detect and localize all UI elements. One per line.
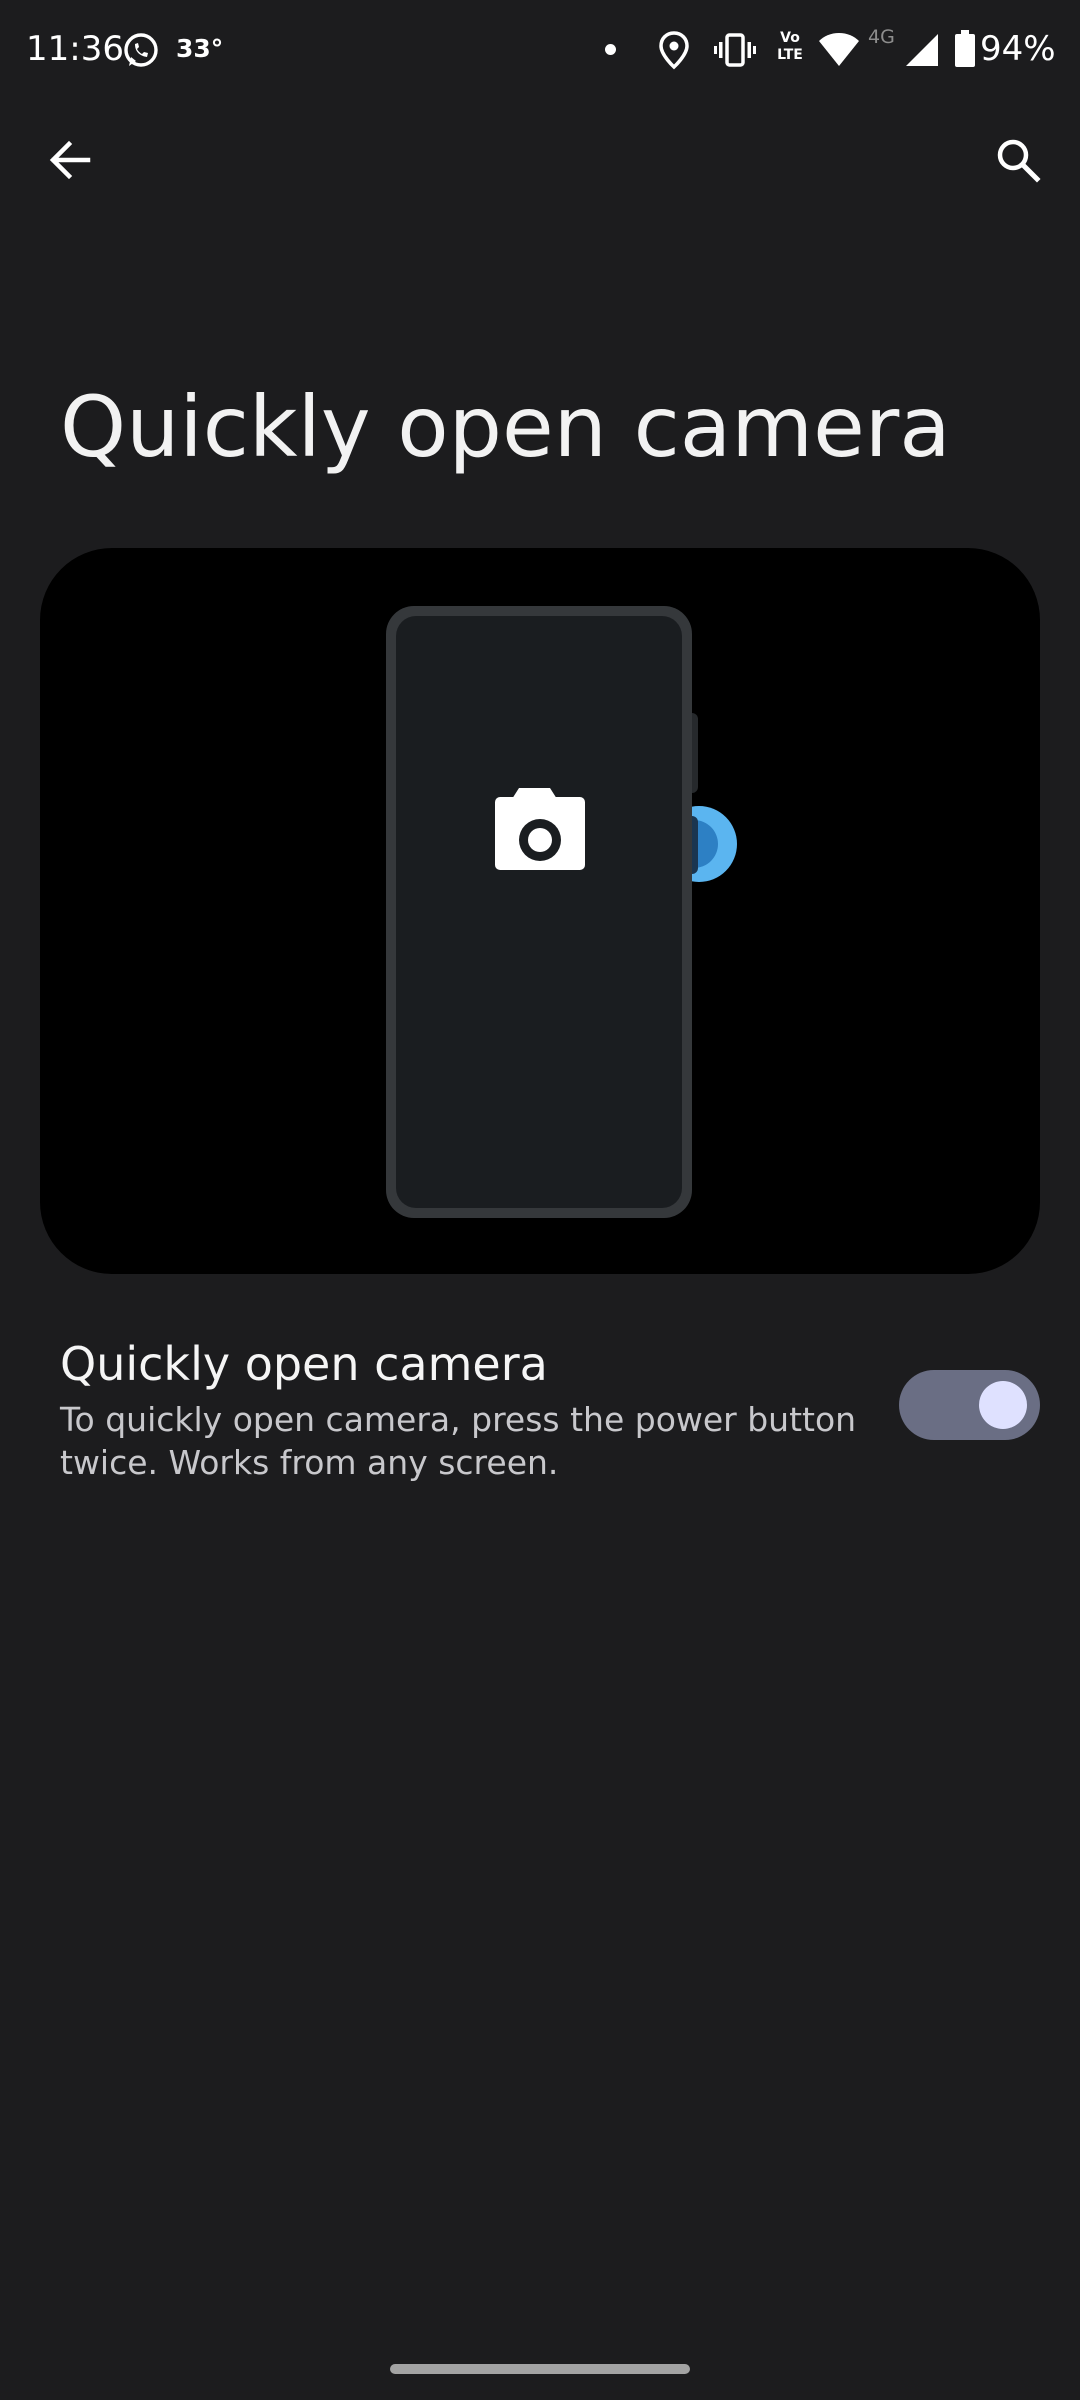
quick-camera-setting[interactable]: Quickly open camera To quickly open came…	[0, 1320, 1080, 1500]
phone-screen	[396, 616, 682, 1208]
back-button[interactable]	[30, 120, 110, 200]
volte-icon: Vo LTE	[777, 30, 803, 63]
arrow-back-icon	[49, 140, 91, 180]
location-icon	[659, 31, 689, 70]
status-temperature: 33°	[176, 34, 224, 63]
setting-summary: To quickly open camera, press the power …	[60, 1400, 857, 1482]
battery-percentage: 94%	[980, 29, 1056, 69]
search-button[interactable]	[978, 120, 1058, 200]
quick-camera-toggle[interactable]	[899, 1370, 1040, 1440]
wifi-icon	[819, 33, 859, 66]
vibrate-icon	[714, 33, 756, 67]
status-bar: 11:36 33° Vo LTE 4G 94%	[0, 0, 1080, 100]
gesture-navigation-bar[interactable]	[390, 2364, 690, 2374]
setting-title: Quickly open camera	[60, 1337, 548, 1391]
phone-illustration	[386, 606, 737, 1218]
network-type: 4G	[868, 26, 895, 48]
page-title: Quickly open camera	[60, 378, 951, 476]
notification-dot	[605, 44, 616, 55]
camera-icon	[495, 788, 585, 870]
whatsapp-icon	[124, 33, 158, 67]
signal-icon	[906, 34, 938, 66]
status-time: 11:36	[26, 29, 124, 69]
search-icon	[997, 139, 1041, 183]
toggle-thumb	[979, 1381, 1027, 1429]
gesture-illustration	[40, 548, 1040, 1274]
battery-icon	[955, 30, 975, 67]
